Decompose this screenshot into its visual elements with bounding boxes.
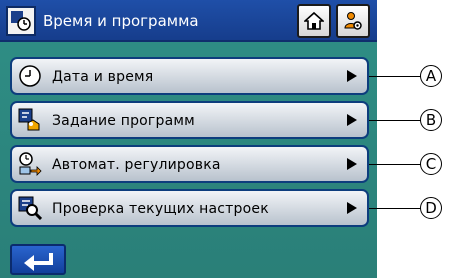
menu-item-date-time[interactable]: Дата и время	[10, 57, 369, 95]
menu-item-program-setup[interactable]: Задание программ	[10, 101, 369, 139]
program-edit-icon	[18, 108, 40, 131]
callout-label: A	[420, 65, 442, 87]
menu-item-label: Задание программ	[52, 113, 195, 129]
callout-line	[369, 76, 421, 77]
arrow-right-icon	[347, 202, 357, 214]
callout-line	[369, 120, 421, 121]
back-button[interactable]	[10, 244, 66, 275]
home-button[interactable]	[297, 4, 331, 38]
clock-program-icon	[6, 6, 36, 36]
callout-line	[369, 208, 421, 209]
device-screen: Время и программа Дата и время Задание п…	[0, 0, 377, 278]
arrow-right-icon	[347, 70, 357, 82]
callout-label: C	[420, 153, 442, 175]
title-bar: Время и программа	[0, 0, 377, 42]
home-icon	[304, 11, 324, 30]
menu-item-label: Дата и время	[52, 69, 154, 85]
check-settings-icon	[18, 196, 42, 220]
return-icon	[24, 253, 53, 271]
callout-label: D	[420, 197, 442, 219]
arrow-right-icon	[347, 114, 357, 126]
auto-adjust-icon	[19, 152, 42, 176]
clock-icon	[19, 65, 41, 87]
user-settings-button[interactable]	[336, 4, 370, 38]
user-settings-icon	[344, 12, 362, 30]
callout-label: B	[420, 109, 442, 131]
callout-line	[369, 164, 421, 165]
menu-item-label: Автомат. регулировка	[52, 157, 221, 173]
menu-item-check-settings[interactable]: Проверка текущих настроек	[10, 189, 369, 227]
page-title: Время и программа	[43, 12, 199, 30]
arrow-right-icon	[347, 158, 357, 170]
menu-item-label: Проверка текущих настроек	[52, 201, 269, 217]
menu-item-auto-adjust[interactable]: Автомат. регулировка	[10, 145, 369, 183]
